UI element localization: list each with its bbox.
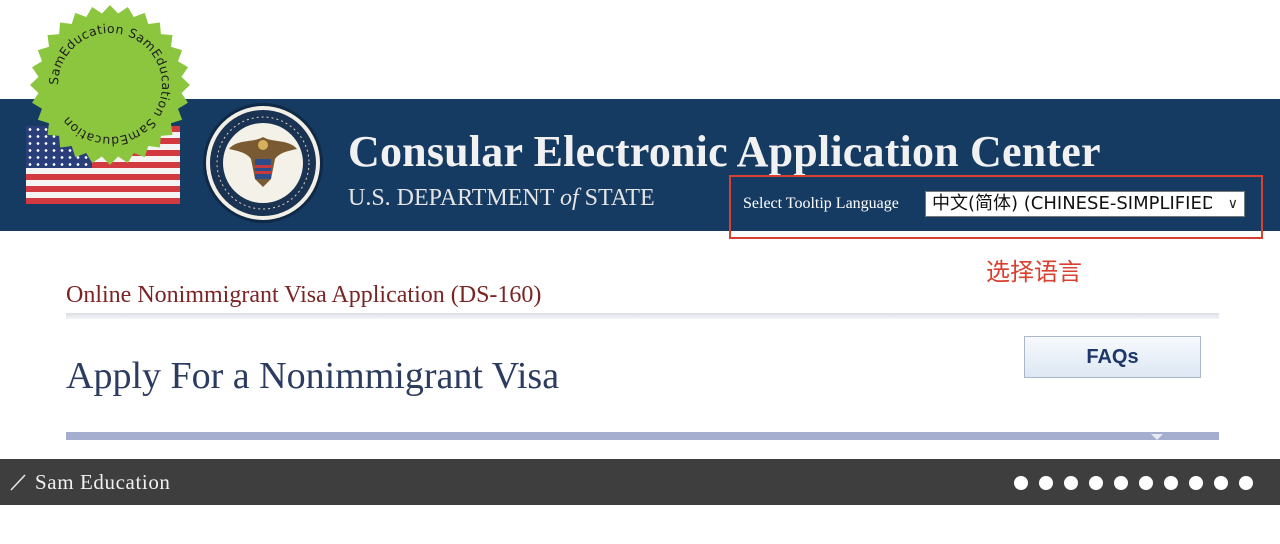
pagination-dots <box>1014 476 1258 492</box>
dept-suffix: STATE <box>584 185 655 211</box>
divider-arrow-icon <box>1151 434 1163 440</box>
faqs-button[interactable]: FAQs <box>1024 336 1201 378</box>
app-title: Consular Electronic Application Center <box>348 127 1101 176</box>
pagination-dot[interactable] <box>1239 476 1253 490</box>
pagination-dot[interactable] <box>1214 476 1228 490</box>
dept-of: of <box>559 185 579 211</box>
footer-brand: Sam Education <box>35 470 171 494</box>
department-of-state-seal-icon <box>203 103 323 223</box>
seal-graphic <box>206 106 320 220</box>
pagination-dot[interactable] <box>1089 476 1103 490</box>
dept-prefix: U.S. DEPARTMENT <box>348 185 554 211</box>
pagination-dot[interactable] <box>1189 476 1203 490</box>
department-name: U.S. DEPARTMENT of STATE <box>348 185 655 212</box>
select-language-annotation: 选择语言 <box>986 258 1082 286</box>
slash-icon <box>10 474 26 491</box>
chevron-down-icon: ∨ <box>1227 196 1238 212</box>
pagination-dot[interactable] <box>1164 476 1178 490</box>
page-title: Apply For a Nonimmigrant Visa <box>66 355 560 397</box>
pagination-dot[interactable] <box>1114 476 1128 490</box>
section-divider <box>66 432 1219 440</box>
form-title: Online Nonimmigrant Visa Application (DS… <box>66 282 542 308</box>
tooltip-language-label: Select Tooltip Language <box>743 195 899 212</box>
tooltip-language-value: 中文(简体) (CHINESE-SIMPLIFIED) <box>932 193 1212 214</box>
pagination-dot[interactable] <box>1014 476 1028 490</box>
samedu-watermark-badge-icon: SamEducation SamEducation SamEducation <box>30 5 190 165</box>
tooltip-language-select[interactable]: 中文(简体) (CHINESE-SIMPLIFIED) ∨ <box>925 191 1245 217</box>
pagination-dot[interactable] <box>1039 476 1053 490</box>
divider <box>66 313 1219 319</box>
pagination-dot[interactable] <box>1139 476 1153 490</box>
pagination-dot[interactable] <box>1064 476 1078 490</box>
